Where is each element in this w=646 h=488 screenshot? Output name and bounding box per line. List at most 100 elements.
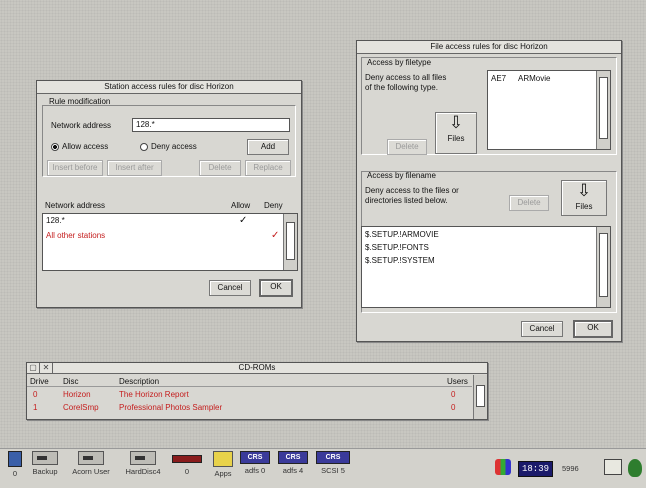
cdrom-users: 0 [451,403,456,412]
cdroms-titlebar[interactable]: ▢ ✕ CD-ROMs [27,363,487,374]
filetype-list[interactable]: AE7 ARMovie [487,70,611,150]
filetype-delete-button[interactable]: Delete [387,139,427,155]
harddisc-icon [78,451,104,465]
apps-icon[interactable]: Apps [208,451,238,478]
scrollbar-thumb[interactable] [599,77,608,139]
filename-list[interactable]: $.SETUP.!ARMOVIE $.SETUP.!FONTS $.SETUP.… [361,226,611,308]
cdrom-row[interactable]: 0 Horizon The Horizon Report 0 [27,389,472,401]
floppy-drive-icon[interactable]: 0 [4,451,26,478]
cdrom-users: 0 [451,390,456,399]
rule-row-allow: ✓ [239,215,248,226]
leaf-icon [628,459,642,477]
delete-button[interactable]: Delete [199,160,241,176]
deny-access-label: Deny access [151,142,197,151]
network-address-label: Network address [51,121,112,130]
cdrom-row[interactable]: 1 CorelSmp Professional Photos Sampler 0 [27,402,472,414]
file-ok-button[interactable]: OK [573,320,613,338]
col-users: Users [447,377,468,386]
rules-scrollbar[interactable] [283,214,297,270]
insert-before-button[interactable]: Insert before [47,160,103,176]
ramdisc-icon[interactable]: 0 [170,451,204,476]
col-network-address: Network address [45,201,106,210]
file-cancel-button[interactable]: Cancel [521,321,563,337]
filetype-desc: Deny access to all files [365,73,447,82]
floppy-icon [8,451,22,467]
filename-entry[interactable]: $.SETUP.!ARMOVIE [365,230,439,239]
allow-access-label: Allow access [62,142,109,151]
free-memory: 5996 [562,464,579,473]
filename-desc: Deny access to the files or [365,186,459,195]
cdroms-title: CD-ROMs [238,363,276,372]
replace-button[interactable]: Replace [245,160,291,176]
close-icon[interactable]: ✕ [40,363,53,373]
harddisc4-drive-icon[interactable]: HardDisc4 [118,451,168,476]
iconbar-label: Acorn User [72,467,110,476]
cdroms-scrollbar[interactable] [473,375,487,419]
station-access-window: Station access rules for disc Horizon Ru… [36,80,302,308]
down-arrow-icon: ⇩ [576,181,592,200]
filename-group-label: Access by filename [367,171,436,180]
iconbar-label: Backup [32,467,58,476]
cancel-button[interactable]: Cancel [209,280,251,296]
rule-modification-label: Rule modification [49,97,111,106]
filename-files-button[interactable]: ⇩ Files [561,180,607,216]
file-window-title: File access rules for disc Horizon [430,42,548,51]
add-button[interactable]: Add [247,139,289,155]
backup-drive-icon[interactable]: Backup [24,451,66,476]
network-address-input[interactable]: 128.* [132,118,290,132]
filetype-files-button[interactable]: ⇩ Files [435,112,477,154]
cdroms-header: Drive Disc Description Users [27,375,472,387]
iconbar-label: Apps [214,469,232,478]
rule-row-address[interactable]: All other stations [46,231,105,240]
adfs4-icon[interactable]: CRS adfs 4 [278,451,308,475]
scrollbar-thumb[interactable] [476,385,485,407]
filename-scrollbar[interactable] [596,227,610,307]
filetype-code[interactable]: AE7 [491,74,506,83]
scsi5-icon[interactable]: CRS SCSI 5 [316,451,350,475]
filetype-group-label: Access by filetype [367,58,432,67]
cdrom-disc: Horizon [63,390,91,399]
cdrom-drive: 0 [33,390,38,399]
acorn-user-drive-icon[interactable]: Acorn User [66,451,116,476]
file-window-titlebar[interactable]: File access rules for disc Horizon [357,41,621,54]
apps-folder-icon [213,451,233,467]
monitor-icon [604,459,622,475]
radio-unselected-icon [140,142,148,151]
scrollbar-thumb[interactable] [599,233,608,297]
iconbar-label: 0 [184,467,190,476]
ram-icon [172,455,202,463]
files-label: Files [575,202,593,211]
col-drive: Drive [30,377,49,386]
filename-delete-button[interactable]: Delete [509,195,549,211]
display-manager-icon[interactable] [604,459,622,477]
file-access-window: File access rules for disc Horizon Acces… [356,40,622,342]
allow-access-radio[interactable]: Allow access [51,142,108,151]
filetype-scrollbar[interactable] [596,71,610,149]
col-disc: Disc [63,377,79,386]
filename-entry[interactable]: $.SETUP.!SYSTEM [365,256,435,265]
adfs0-icon[interactable]: CRS adfs 0 [240,451,270,475]
harddisc-icon [32,451,58,465]
ok-button[interactable]: OK [259,279,293,297]
filetype-name[interactable]: ARMovie [518,74,550,83]
iconbar-label: HardDisc4 [125,467,161,476]
station-rules-list[interactable]: 128.* ✓ All other stations ✓ [42,213,298,271]
acorn-logo-icon[interactable] [494,459,512,477]
files-label: Files [447,134,465,143]
scrollbar-thumb[interactable] [286,222,295,260]
clock-icon[interactable]: 18:39 [518,461,554,477]
back-icon[interactable]: ▢ [27,363,40,373]
harddisc-icon [130,451,156,465]
icon-bar: 0 Backup Acorn User HardDisc4 0 Apps CRS… [0,448,646,488]
col-deny: Deny [264,201,283,210]
station-window-titlebar[interactable]: Station access rules for disc Horizon [37,81,301,94]
cdrom-description: The Horizon Report [119,390,189,399]
task-manager-icon[interactable] [628,459,642,479]
col-allow: Allow [231,201,251,210]
memory-indicator[interactable]: 5996 [562,464,579,473]
cdrom-crs-icon: CRS [278,451,308,464]
insert-after-button[interactable]: Insert after [107,160,162,176]
deny-access-radio[interactable]: Deny access [140,142,197,151]
filename-entry[interactable]: $.SETUP.!FONTS [365,243,429,252]
rule-row-address[interactable]: 128.* [46,216,65,225]
